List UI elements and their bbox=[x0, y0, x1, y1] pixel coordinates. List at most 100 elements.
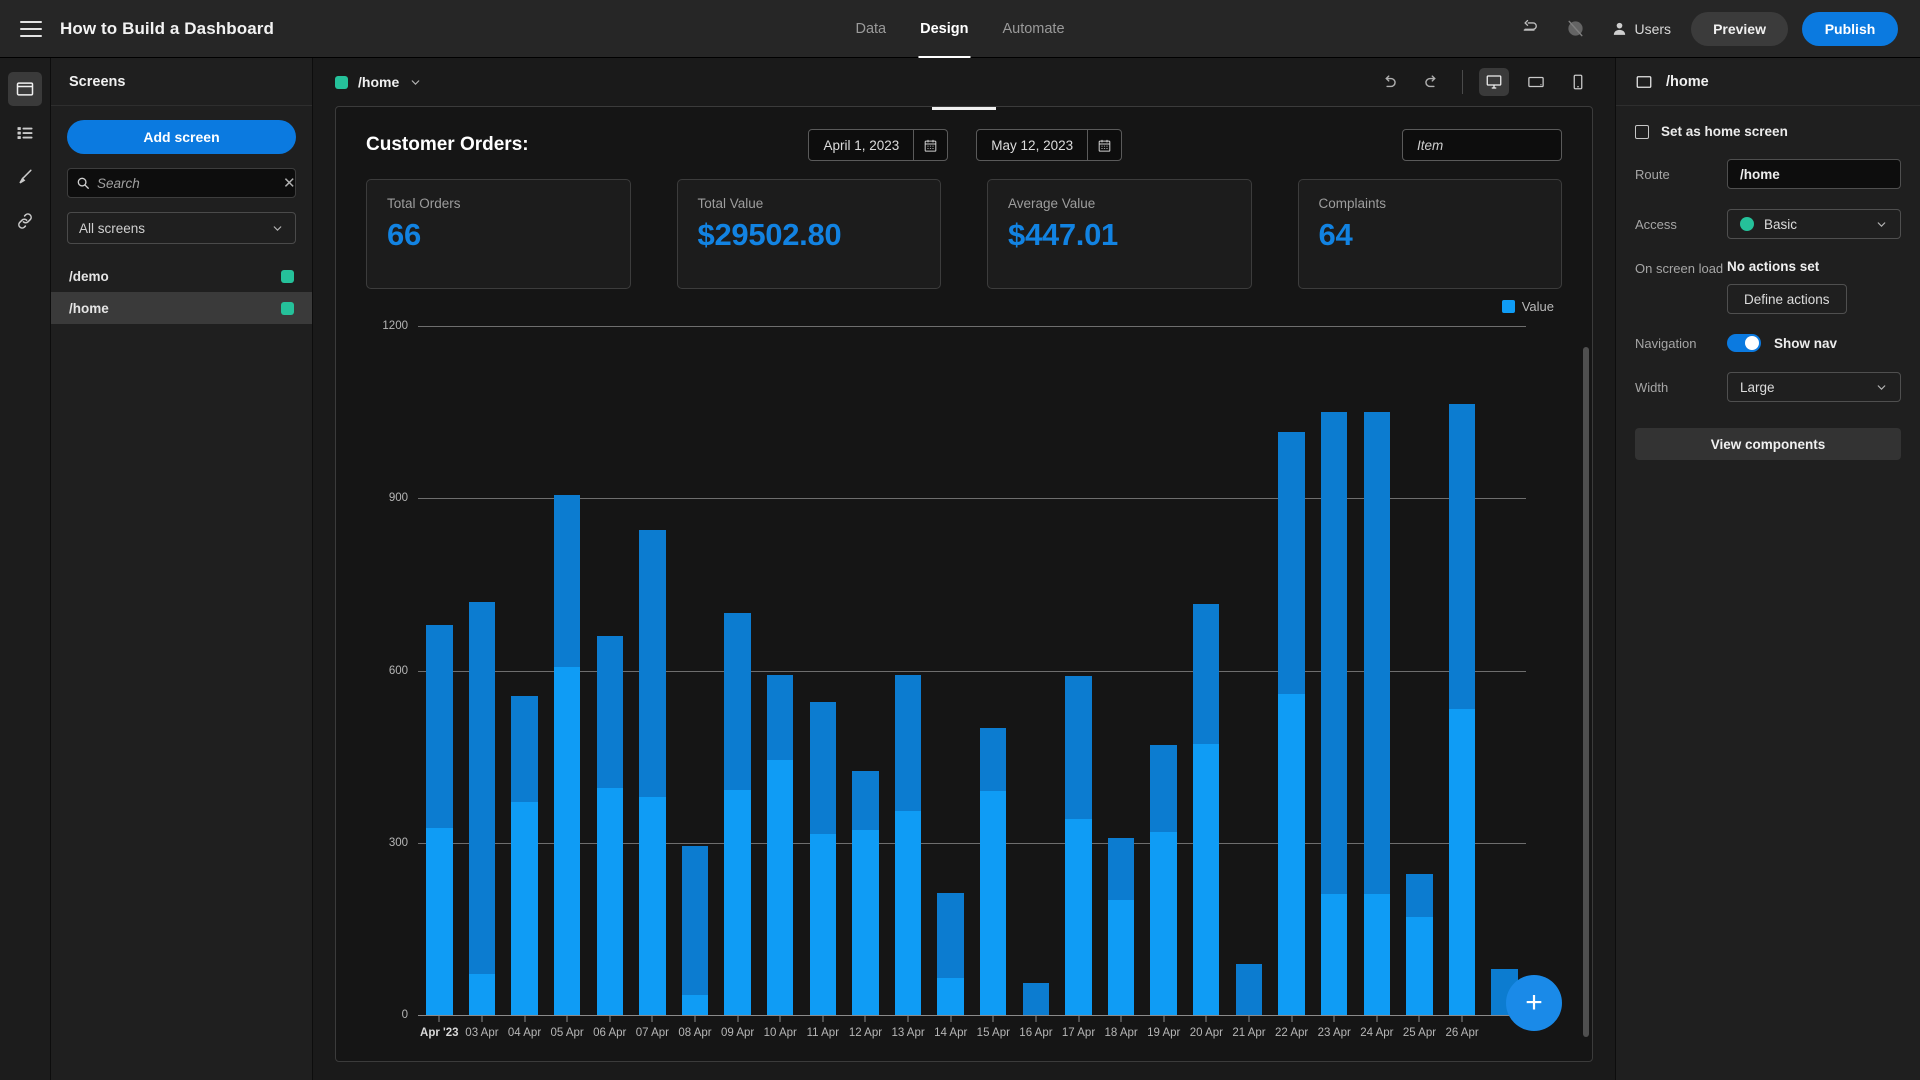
chart-bar[interactable] bbox=[426, 624, 453, 1015]
chart-bar-slot[interactable] bbox=[1057, 326, 1100, 1015]
add-screen-button[interactable]: Add screen bbox=[67, 120, 296, 154]
tab-automate[interactable]: Automate bbox=[1002, 0, 1064, 58]
canvas-undo-icon[interactable] bbox=[1374, 67, 1404, 97]
chart-bar[interactable] bbox=[1278, 432, 1305, 1015]
theme-slash-icon[interactable] bbox=[1561, 14, 1591, 44]
canvas-scrollbar[interactable] bbox=[1583, 347, 1589, 1037]
mobile-icon[interactable] bbox=[1563, 68, 1593, 96]
chart-bar-slot[interactable] bbox=[844, 326, 887, 1015]
calendar-icon[interactable] bbox=[913, 130, 947, 160]
chart-bar-slot[interactable] bbox=[1441, 326, 1484, 1015]
chart-bar-slot[interactable] bbox=[759, 326, 802, 1015]
item-input[interactable] bbox=[1416, 137, 1547, 153]
chart-bar-slot[interactable] bbox=[1228, 326, 1271, 1015]
chart-bar[interactable] bbox=[1320, 412, 1348, 1015]
chart-x-tick-label: 10 Apr bbox=[763, 1027, 797, 1039]
toolbar-divider bbox=[1462, 70, 1463, 94]
chart-bar[interactable] bbox=[1363, 412, 1390, 1015]
undo-icon[interactable] bbox=[1517, 14, 1547, 44]
chart-bar-slot[interactable] bbox=[1185, 326, 1228, 1015]
rail-screens-icon[interactable] bbox=[8, 72, 42, 106]
chart-bar-slot[interactable] bbox=[418, 326, 461, 1015]
chart-bar[interactable] bbox=[596, 636, 623, 1015]
chart-x-tick-label: 11 Apr bbox=[806, 1027, 840, 1039]
chart-bar[interactable] bbox=[852, 770, 879, 1015]
search-input[interactable] bbox=[97, 175, 276, 191]
tablet-icon[interactable] bbox=[1521, 68, 1551, 96]
chart-bar-slot[interactable] bbox=[1355, 326, 1398, 1015]
access-select[interactable]: Basic bbox=[1727, 209, 1901, 239]
chart-bar[interactable] bbox=[1022, 983, 1050, 1015]
chart-bar[interactable] bbox=[553, 495, 581, 1015]
chart-bar[interactable] bbox=[1235, 964, 1263, 1015]
calendar-icon[interactable] bbox=[1087, 130, 1121, 160]
chart-bar[interactable] bbox=[1150, 745, 1177, 1015]
chart-bar[interactable] bbox=[937, 893, 964, 1015]
chart-bar-slot[interactable] bbox=[588, 326, 631, 1015]
stat-card-value: $447.01 bbox=[1008, 217, 1118, 252]
chart-bar[interactable] bbox=[1406, 874, 1433, 1015]
tab-design[interactable]: Design bbox=[918, 0, 971, 58]
set-home-screen-checkbox[interactable]: Set as home screen bbox=[1635, 124, 1901, 139]
chart-bar-slot[interactable] bbox=[1100, 326, 1143, 1015]
chart-bar-slot[interactable] bbox=[1483, 326, 1526, 1015]
desktop-icon[interactable] bbox=[1479, 68, 1509, 96]
chart-bar-slot[interactable] bbox=[801, 326, 844, 1015]
rail-link-icon[interactable] bbox=[8, 204, 42, 238]
chart-bar[interactable] bbox=[1107, 838, 1135, 1015]
clear-search-icon[interactable]: ✕ bbox=[283, 176, 296, 191]
chart-bar-slot[interactable] bbox=[461, 326, 504, 1015]
chart-bar-segment bbox=[1065, 676, 1092, 819]
chart-bar[interactable] bbox=[809, 702, 836, 1015]
search-box[interactable]: ✕ bbox=[67, 168, 296, 198]
publish-button[interactable]: Publish bbox=[1802, 11, 1898, 46]
chart-bar-slot[interactable] bbox=[887, 326, 930, 1015]
chart-bar-slot[interactable] bbox=[1398, 326, 1441, 1015]
rail-data-list-icon[interactable] bbox=[8, 116, 42, 150]
canvas-redo-icon[interactable] bbox=[1416, 67, 1446, 97]
users-button[interactable]: Users bbox=[1605, 16, 1678, 41]
chart-bar-slot[interactable] bbox=[546, 326, 589, 1015]
define-actions-button[interactable]: Define actions bbox=[1727, 284, 1847, 314]
date-to-field[interactable]: May 12, 2023 bbox=[976, 129, 1123, 161]
show-nav-toggle[interactable] bbox=[1727, 334, 1761, 352]
chart-bar-slot[interactable] bbox=[1015, 326, 1058, 1015]
width-select[interactable]: Large bbox=[1727, 372, 1901, 402]
chart-bar-slot[interactable] bbox=[1142, 326, 1185, 1015]
chart-bar[interactable] bbox=[766, 675, 794, 1015]
date-from-field[interactable]: April 1, 2023 bbox=[808, 129, 949, 161]
view-components-button[interactable]: View components bbox=[1635, 428, 1901, 460]
chart-bar[interactable] bbox=[468, 601, 496, 1015]
chart-bar[interactable] bbox=[1448, 403, 1476, 1015]
users-label: Users bbox=[1634, 20, 1672, 37]
screen-row-home[interactable]: /home bbox=[51, 292, 312, 324]
chart-bar-slot[interactable] bbox=[929, 326, 972, 1015]
canvas-route-selector[interactable]: /home bbox=[335, 74, 422, 90]
chart-bar[interactable] bbox=[1193, 604, 1220, 1015]
rail-theme-brush-icon[interactable] bbox=[8, 160, 42, 194]
chart-bar-slot[interactable] bbox=[503, 326, 546, 1015]
chart-bar-slot[interactable] bbox=[674, 326, 717, 1015]
screen-row-demo[interactable]: /demo bbox=[51, 260, 312, 292]
chart-bar-slot[interactable] bbox=[631, 326, 674, 1015]
item-filter-field[interactable] bbox=[1401, 129, 1562, 161]
route-row: Route /home bbox=[1635, 159, 1901, 189]
chart-bar[interactable] bbox=[639, 529, 666, 1015]
chart-bar[interactable] bbox=[1065, 676, 1092, 1015]
route-input[interactable]: /home bbox=[1727, 159, 1901, 189]
chart-bar[interactable] bbox=[894, 675, 922, 1015]
chart-bar-slot[interactable] bbox=[1270, 326, 1313, 1015]
chart-bar-slot[interactable] bbox=[972, 326, 1015, 1015]
add-component-button[interactable]: + bbox=[1506, 975, 1562, 1031]
chart-bar[interactable] bbox=[980, 727, 1007, 1015]
chart-x-tick bbox=[1163, 1015, 1165, 1022]
chart-bar[interactable] bbox=[681, 845, 709, 1015]
chart-bar-slot[interactable] bbox=[716, 326, 759, 1015]
chart-bar[interactable] bbox=[511, 696, 538, 1015]
chart-bar-slot[interactable] bbox=[1313, 326, 1356, 1015]
tab-data[interactable]: Data bbox=[855, 0, 886, 58]
screen-filter-select[interactable]: All screens bbox=[67, 212, 296, 244]
chart-bar[interactable] bbox=[724, 613, 751, 1015]
preview-button[interactable]: Preview bbox=[1691, 11, 1788, 46]
hamburger-icon[interactable] bbox=[20, 20, 42, 37]
